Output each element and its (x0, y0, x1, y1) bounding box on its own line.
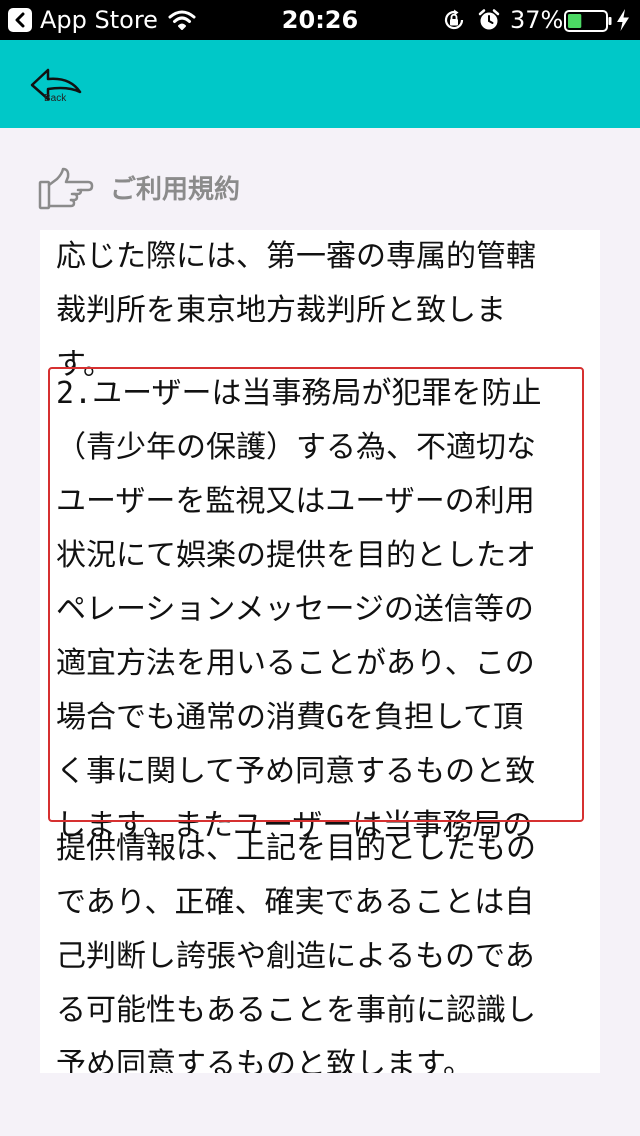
back-button-label[interactable]: Back (44, 93, 66, 105)
terms-text-after: 提供情報は、上記を目的としたもの であり、正確、確実であることは自 己判断し誇張… (56, 831, 536, 1073)
charging-bolt-icon (617, 9, 629, 31)
status-bar: App Store 20:26 37% (0, 0, 640, 40)
battery-percent: 37% (510, 6, 564, 34)
section-title: ご利用規約 (110, 175, 241, 205)
terms-scroll-view[interactable]: 応じた際には、第一審の専属的管轄 裁判所を東京地方裁判所と致しま す。 2.ユー… (40, 230, 600, 1073)
battery-icon (564, 10, 612, 32)
pointing-hand-icon (38, 167, 94, 210)
alarm-icon (478, 9, 500, 30)
nav-bar (0, 40, 640, 128)
rotation-lock-icon (444, 9, 464, 30)
highlight-box (48, 367, 584, 822)
